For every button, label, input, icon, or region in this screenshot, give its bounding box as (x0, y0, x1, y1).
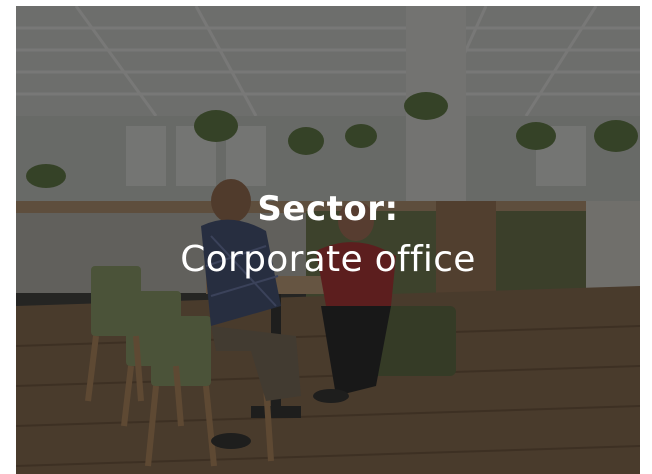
sector-value: Corporate office (180, 239, 476, 280)
sector-label: Sector: (257, 189, 399, 229)
sector-card[interactable]: Sector: Corporate office (16, 6, 640, 474)
sector-caption: Sector: Corporate office (16, 188, 640, 284)
